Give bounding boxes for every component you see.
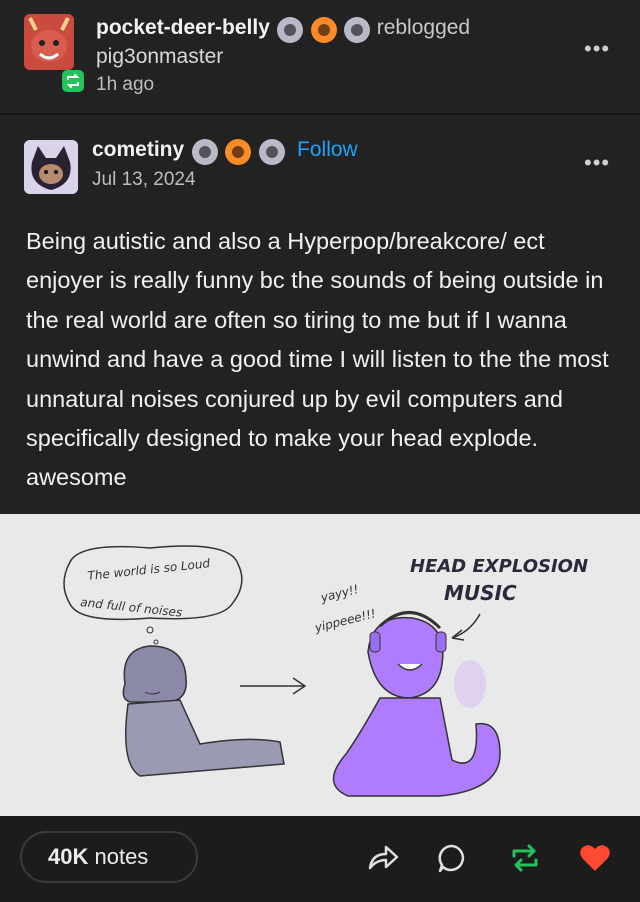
header-divider [0, 113, 640, 115]
post-date: Jul 13, 2024 [92, 169, 196, 190]
share-icon[interactable] [366, 842, 400, 872]
illustration-drawing: The world is so Loud and full of noises … [63, 545, 588, 797]
paw-badge-icon [191, 138, 218, 165]
paw-badge-icon [225, 138, 252, 165]
sad-character [122, 645, 285, 777]
more-options-icon[interactable]: ••• [584, 150, 610, 176]
happy-character [332, 611, 501, 797]
reblog-time: 1h ago [96, 74, 155, 95]
reblogger-username[interactable]: pocket-deer-belly [96, 16, 270, 39]
reblog-source-username[interactable]: pig3onmaster [96, 45, 223, 69]
follow-button[interactable]: Follow [297, 138, 358, 161]
illustration-title-line1: HEAD EXPLOSION [410, 556, 588, 577]
paw-badge-icon [344, 16, 371, 43]
like-heart-icon[interactable] [578, 842, 612, 874]
paw-badge-icon [277, 16, 304, 43]
illustration-title-line2: MUSIC [444, 581, 517, 605]
thought-text-line2: and full of noises [80, 595, 183, 620]
reblog-icon [66, 74, 80, 88]
exclaim-text-line1: yayy!! [318, 582, 360, 605]
post-body-text: Being autistic and also a Hyperpop/break… [26, 228, 609, 491]
reblogged-label: reblogged [376, 16, 471, 39]
paw-badge-icon [258, 138, 285, 165]
notes-count: 40K [48, 844, 89, 869]
deer-avatar-art [24, 14, 74, 70]
notes-label: notes [94, 844, 149, 869]
reply-icon[interactable] [436, 842, 468, 874]
more-options-icon[interactable]: ••• [584, 36, 610, 62]
reblog-button-icon[interactable] [508, 842, 542, 874]
post-illustration[interactable]: The world is so Loud and full of noises … [0, 514, 640, 816]
exclaim-text-line2: yippeee!!! [312, 606, 377, 635]
author-avatar[interactable] [24, 140, 78, 194]
cat-avatar-art [24, 140, 78, 194]
reblog-icon-badge [62, 70, 84, 92]
paw-badge-icon [310, 16, 337, 43]
reblogger-avatar[interactable] [24, 14, 74, 70]
post-footer: 40K notes [0, 816, 640, 902]
author-username[interactable]: cometiny [92, 138, 184, 161]
notes-button[interactable]: 40K notes [20, 831, 198, 883]
thought-text-line1: The world is so Loud [87, 556, 211, 583]
